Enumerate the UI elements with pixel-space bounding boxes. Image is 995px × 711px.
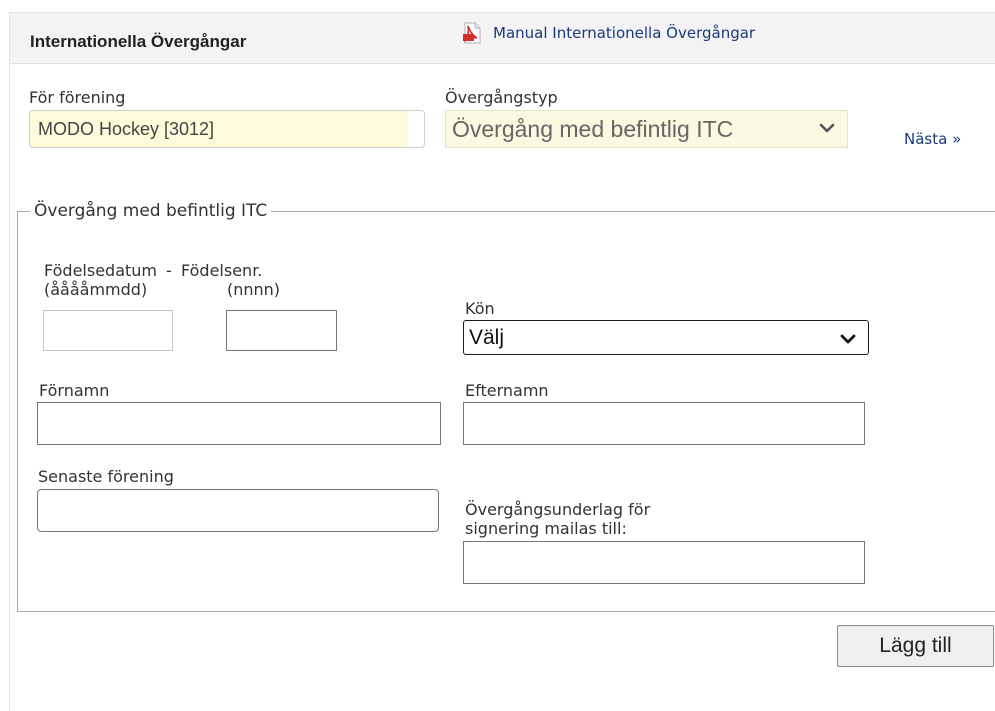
chevron-down-icon — [819, 123, 835, 133]
pdf-icon — [463, 22, 481, 44]
club-field[interactable]: MODO Hockey [3012] — [29, 110, 425, 148]
lastname-label: Efternamn — [465, 381, 549, 400]
container-left-border — [9, 12, 10, 711]
fieldset-legend: Övergång med befintlig ITC — [30, 201, 272, 221]
birthdate-format-hint: (ååååmmdd) — [44, 280, 148, 299]
add-button[interactable]: Lägg till — [837, 625, 994, 667]
club-value: MODO Hockey [3012] — [38, 118, 215, 139]
email-label-line2: signering mailas till: — [465, 519, 627, 538]
birthnr-input[interactable] — [226, 310, 337, 351]
chevron-down-icon — [840, 334, 856, 344]
transfer-type-select[interactable]: Övergång med befintlig ITC — [445, 110, 848, 148]
club-label: För förening — [29, 88, 126, 107]
birth-dash: - — [166, 261, 172, 280]
gender-value: Välj — [469, 325, 505, 349]
manual-link-label: Manual Internationella Övergångar — [493, 24, 756, 42]
birthdate-input[interactable] — [43, 310, 173, 351]
birthdate-label: Födelsedatum — [44, 261, 158, 280]
last-club-label: Senaste förening — [38, 467, 174, 486]
email-label: Övergångsunderlag för — [465, 500, 651, 519]
birthnr-format-hint: (nnnn) — [227, 280, 281, 299]
birthnr-label: Födelsenr. — [181, 261, 263, 280]
gender-select[interactable]: Välj — [463, 320, 869, 355]
lastname-input[interactable] — [463, 402, 865, 445]
transfer-type-label: Övergångstyp — [445, 88, 558, 107]
page-title: Internationella Övergångar — [30, 32, 247, 51]
next-link[interactable]: Nästa » — [904, 130, 961, 148]
firstname-label: Förnamn — [39, 381, 110, 400]
gender-label: Kön — [465, 299, 495, 318]
email-input[interactable] — [463, 541, 865, 584]
last-club-input[interactable] — [37, 489, 439, 532]
transfer-type-value: Övergång med befintlig ITC — [452, 115, 734, 142]
firstname-input[interactable] — [37, 402, 441, 445]
manual-link[interactable]: Manual Internationella Övergångar — [461, 22, 755, 44]
